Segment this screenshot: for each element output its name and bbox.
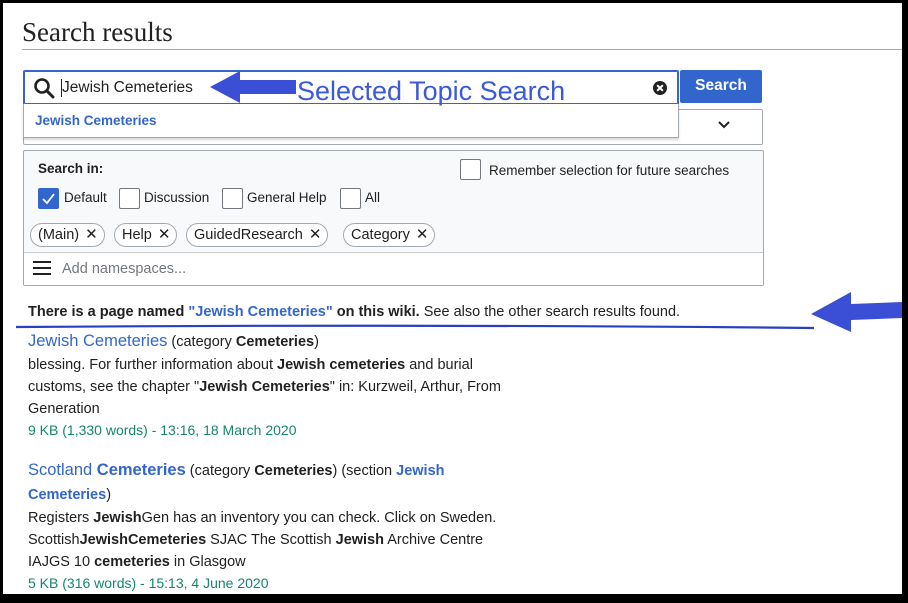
all-checkbox[interactable] <box>340 188 361 209</box>
snippet-text: Registers <box>28 510 94 526</box>
search-button[interactable]: Search <box>680 70 762 103</box>
result-snippet-line: Registers JewishGen has an inventory you… <box>28 507 496 529</box>
result-meta: 5 KB (316 words) - 15:13, 4 June 2020 <box>28 575 269 591</box>
notice-prefix: There is a page named <box>28 304 189 320</box>
result-title: Jewish Cemeteries (category Cemeteries) <box>28 332 319 351</box>
chevron-down-icon[interactable] <box>717 120 731 130</box>
snippet-text: Archive Centre <box>383 532 484 548</box>
snippet-text: customs, see the chapter " <box>28 379 200 395</box>
search-in-label: Search in: <box>38 161 104 176</box>
search-icon <box>34 78 55 99</box>
title-divider <box>22 49 902 50</box>
result-category: Cemeteries <box>254 463 333 479</box>
result-link-bold[interactable]: Cemeteries <box>97 461 186 479</box>
add-namespaces-placeholder[interactable]: Add namespaces... <box>62 261 186 277</box>
result-section-suffix: ) <box>106 487 112 503</box>
suggestion-item[interactable]: Jewish Cemeteries <box>35 113 157 128</box>
notice-middle: on this wiki. <box>332 304 420 320</box>
result-link-plain[interactable]: Scotland <box>28 461 97 479</box>
remove-chip-icon[interactable]: ✕ <box>85 226 98 243</box>
page-title: Search results <box>22 17 173 47</box>
snippet-text: SJAC The Scottish <box>206 532 336 548</box>
default-checkbox[interactable] <box>38 188 59 209</box>
chip-label: Help <box>122 227 152 243</box>
exact-match-link[interactable]: "Jewish Cemeteries" <box>188 304 332 320</box>
result-category: Cemeteries <box>235 334 315 350</box>
result-snippet-line: Generation <box>28 401 100 417</box>
result-title: Scotland Cemeteries (category Cemeteries… <box>28 461 445 480</box>
remove-chip-icon[interactable]: ✕ <box>309 226 322 243</box>
remember-selection-label: Remember selection for future searches <box>489 163 730 178</box>
namespace-chip-help: Help ✕ <box>114 223 178 247</box>
annotation-arrow-icon <box>811 292 902 332</box>
result-section-link[interactable]: Cemeteries <box>28 487 106 503</box>
notice-suffix: See also the other search results found. <box>419 304 681 320</box>
clear-icon[interactable] <box>653 81 667 95</box>
result-category-prefix: (category <box>167 334 236 350</box>
checkmark-icon <box>42 193 55 205</box>
chip-label: (Main) <box>38 227 80 243</box>
annotation-arrow-icon <box>210 71 296 103</box>
annotation-underline <box>15 324 815 330</box>
remember-selection-checkbox[interactable] <box>460 159 481 180</box>
snippet-text: Gen has an inventory you can check. Clic… <box>141 510 497 526</box>
annotation-label: Selected Topic Search <box>297 76 566 106</box>
result-snippet-line: customs, see the chapter "Jewish Cemeter… <box>28 376 501 398</box>
general-help-checkbox[interactable] <box>222 188 243 209</box>
remove-chip-icon[interactable]: ✕ <box>416 226 429 243</box>
menu-icon <box>33 261 51 275</box>
all-label: All <box>365 190 381 205</box>
result-category-prefix: (category <box>185 463 255 479</box>
result-snippet-line: blessing. For further information about … <box>28 354 473 376</box>
snippet-highlight: Jewish Cemeteries <box>199 379 330 395</box>
discussion-checkbox[interactable] <box>119 188 140 209</box>
result-section-prefix: ) (section <box>332 463 397 479</box>
result-snippet-line: IAJGS 10 cemeteries in Glasgow <box>28 551 246 573</box>
result-section-link[interactable]: Jewish <box>396 463 444 479</box>
namespace-chip-main: (Main) ✕ <box>30 223 105 247</box>
result-title-continued: Cemeteries) <box>28 485 111 504</box>
result-link[interactable]: Jewish Cemeteries <box>28 332 167 350</box>
snippet-text: " in: Kurzweil, Arthur, From <box>329 379 501 395</box>
namespace-chip-guidedresearch: GuidedResearch ✕ <box>186 223 329 247</box>
snippet-text: blessing. For further information about <box>28 357 278 373</box>
namespace-chip-category: Category ✕ <box>343 223 436 247</box>
snippet-highlight: cemeteries <box>94 554 170 570</box>
snippet-text: and burial <box>405 357 473 373</box>
snippet-text: in Glasgow <box>169 554 246 570</box>
result-snippet-line: ScottishJewishCemeteries SJAC The Scotti… <box>28 529 483 551</box>
general-help-label: General Help <box>247 190 327 205</box>
result-meta: 9 KB (1,330 words) - 13:16, 18 March 202… <box>28 422 297 438</box>
chip-label: Category <box>351 227 410 243</box>
search-query-text[interactable]: Jewish Cemeteries <box>62 79 193 97</box>
chip-label: GuidedResearch <box>194 227 303 243</box>
snippet-highlight: Jewish <box>93 510 142 526</box>
namespace-panel: Search in: Remember selection for future… <box>23 150 764 286</box>
suggestion-dropdown: Jewish Cemeteries <box>23 104 679 138</box>
snippet-highlight: JewishCemeteries <box>79 532 207 548</box>
remove-chip-icon[interactable]: ✕ <box>158 226 171 243</box>
exact-match-notice: There is a page named "Jewish Cemeteries… <box>28 304 680 320</box>
snippet-text: Scottish <box>28 532 80 548</box>
discussion-label: Discussion <box>144 190 210 205</box>
page: Search results Jewish Cemeteries Search … <box>3 3 902 594</box>
snippet-text: IAJGS 10 <box>28 554 95 570</box>
default-label: Default <box>64 190 107 205</box>
result-link[interactable]: Scotland Cemeteries <box>28 461 186 479</box>
snippet-highlight: Jewish <box>335 532 384 548</box>
result-category-suffix: ) <box>314 334 319 350</box>
snippet-highlight: Jewish cemeteries <box>277 357 406 373</box>
